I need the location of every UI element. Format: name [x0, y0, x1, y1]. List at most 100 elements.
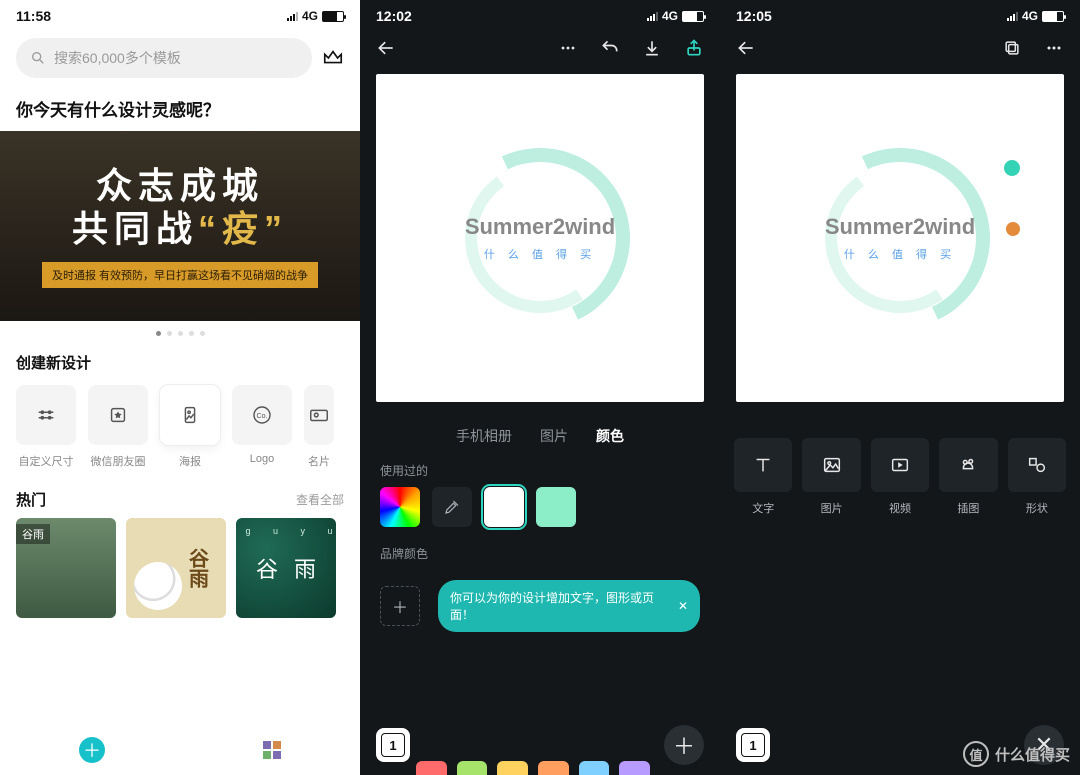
card-label: 海报: [160, 453, 220, 469]
hot-thumbs: 谷雨 谷雨 g u y u谷雨: [0, 518, 360, 618]
banner-line1: 众志成城: [96, 164, 264, 207]
signal-icon: [1007, 11, 1018, 21]
card-poster[interactable]: 海报: [160, 385, 220, 469]
design-canvas[interactable]: Summer2wind 什 么 值 得 买: [736, 74, 1064, 402]
status-bar: 11:58 4G: [0, 0, 360, 28]
logo-artwork: Summer2wind 什 么 值 得 买: [440, 138, 640, 338]
svg-text:Co.: Co.: [257, 413, 268, 420]
banner-line2: 共同战“疫”: [72, 207, 288, 250]
card-custom-size[interactable]: 自定义尺寸: [16, 385, 76, 469]
card-label: Logo: [232, 453, 292, 465]
template-thumb[interactable]: g u y u谷雨: [236, 518, 336, 618]
brand-subtitle: 什 么 值 得 买: [825, 246, 975, 262]
swatch-mint[interactable]: [536, 487, 576, 527]
network-label: 4G: [1022, 9, 1038, 23]
more-icon[interactable]: [1044, 38, 1064, 58]
tool-shape[interactable]: 形状: [1008, 438, 1066, 516]
hot-more-link[interactable]: 查看全部: [296, 491, 344, 508]
add-page-button[interactable]: ＋: [664, 725, 704, 765]
editor-topbar: [720, 28, 1080, 68]
brand-colors-row: ＋ 你可以为你的设计增加文字，图形或页面！ ✕: [360, 570, 720, 632]
brand-title: Summer2wind: [825, 214, 975, 240]
template-thumb[interactable]: 谷雨: [126, 518, 226, 618]
card-label: 微信朋友圈: [88, 453, 148, 469]
used-colors-label: 使用过的: [360, 460, 720, 487]
card-logo[interactable]: Co. Logo: [232, 385, 292, 469]
crown-icon[interactable]: [322, 47, 344, 69]
tab-images[interactable]: 图片: [540, 426, 568, 446]
tool-text[interactable]: 文字: [734, 438, 792, 516]
create-section-title: 创建新设计: [0, 346, 360, 379]
tool-label: 图片: [802, 500, 860, 516]
network-label: 4G: [662, 9, 678, 23]
download-icon[interactable]: [642, 38, 662, 58]
tool-row: 文字 图片 视频 插图 形状: [720, 408, 1080, 516]
card-namecard[interactable]: 名片: [304, 385, 334, 469]
palette-strip[interactable]: [416, 761, 650, 775]
close-icon[interactable]: ✕: [678, 599, 688, 613]
search-placeholder: 搜索60,000多个模板: [54, 48, 181, 68]
share-icon[interactable]: [684, 38, 704, 58]
screen-home: 11:58 4G 搜索60,000多个模板 你今天有什么设计灵感呢？ 众志成城 …: [0, 0, 360, 775]
card-label: 名片: [304, 453, 334, 469]
dashboard-icon[interactable]: [263, 741, 281, 759]
copy-icon[interactable]: [1002, 38, 1022, 58]
bottom-tabbar: ＋: [0, 725, 360, 775]
back-icon[interactable]: [736, 38, 756, 58]
search-icon: [30, 50, 46, 66]
signal-icon: [287, 11, 298, 21]
hot-header: 热门 查看全部: [0, 475, 360, 518]
tool-illustration[interactable]: 插图: [939, 438, 997, 516]
card-wechat-moments[interactable]: 微信朋友圈: [88, 385, 148, 469]
brand-subtitle: 什 么 值 得 买: [465, 246, 615, 262]
status-time: 11:58: [16, 8, 51, 24]
screen-editor-color: 12:02 4G Summer2wind 什 么 值 得 买 手机相册 图片: [360, 0, 720, 775]
card-label: 自定义尺寸: [16, 453, 76, 469]
swatch-white[interactable]: [484, 487, 524, 527]
status-right: 4G: [647, 9, 704, 23]
status-time: 12:05: [736, 8, 772, 24]
hint-text: 你可以为你的设计增加文字，图形或页面！: [450, 589, 670, 623]
handle-dot[interactable]: [1006, 222, 1020, 236]
content-tabs: 手机相册 图片 颜色: [360, 408, 720, 460]
tool-label: 文字: [734, 500, 792, 516]
tool-label: 插图: [939, 500, 997, 516]
handle-dot[interactable]: [1004, 160, 1020, 176]
template-thumb[interactable]: 谷雨: [16, 518, 116, 618]
tab-color[interactable]: 颜色: [596, 426, 624, 446]
page-indicator[interactable]: 1: [736, 728, 770, 762]
tool-image[interactable]: 图片: [802, 438, 860, 516]
status-bar: 12:05 4G: [720, 0, 1080, 28]
close-button[interactable]: ✕: [1024, 725, 1064, 765]
carousel-dots[interactable]: [0, 321, 360, 346]
hot-title: 热门: [16, 489, 46, 510]
battery-icon: [322, 11, 344, 22]
color-wheel-swatch[interactable]: [380, 487, 420, 527]
brand-colors-label: 品牌颜色: [360, 543, 720, 570]
create-button[interactable]: ＋: [79, 737, 105, 763]
tool-label: 视频: [871, 500, 929, 516]
tool-label: 形状: [1008, 500, 1066, 516]
search-input[interactable]: 搜索60,000多个模板: [16, 38, 312, 78]
hero-banner[interactable]: 众志成城 共同战“疫” 及时通报 有效预防，早日打赢这场看不见硝烟的战争: [0, 131, 360, 321]
tool-video[interactable]: 视频: [871, 438, 929, 516]
battery-icon: [682, 11, 704, 22]
more-icon[interactable]: [558, 38, 578, 58]
screen-editor-tools: 12:05 4G Summer2wind 什 么 值 得 买 文字: [720, 0, 1080, 775]
add-brand-color[interactable]: ＋: [380, 586, 420, 626]
network-label: 4G: [302, 9, 318, 23]
tab-phone-album[interactable]: 手机相册: [456, 426, 512, 446]
used-colors-row: [360, 487, 720, 527]
banner-subtext: 及时通报 有效预防，早日打赢这场看不见硝烟的战争: [42, 262, 318, 288]
editor-bottombar: 1 ✕: [720, 715, 1080, 775]
back-icon[interactable]: [376, 38, 396, 58]
status-right: 4G: [287, 9, 344, 23]
undo-icon[interactable]: [600, 38, 620, 58]
signal-icon: [647, 11, 658, 21]
design-canvas[interactable]: Summer2wind 什 么 值 得 买: [376, 74, 704, 402]
page-indicator[interactable]: 1: [376, 728, 410, 762]
eyedropper-swatch[interactable]: [432, 487, 472, 527]
editor-bottombar: 1 ＋: [360, 715, 720, 775]
search-row: 搜索60,000多个模板: [0, 28, 360, 88]
battery-icon: [1042, 11, 1064, 22]
